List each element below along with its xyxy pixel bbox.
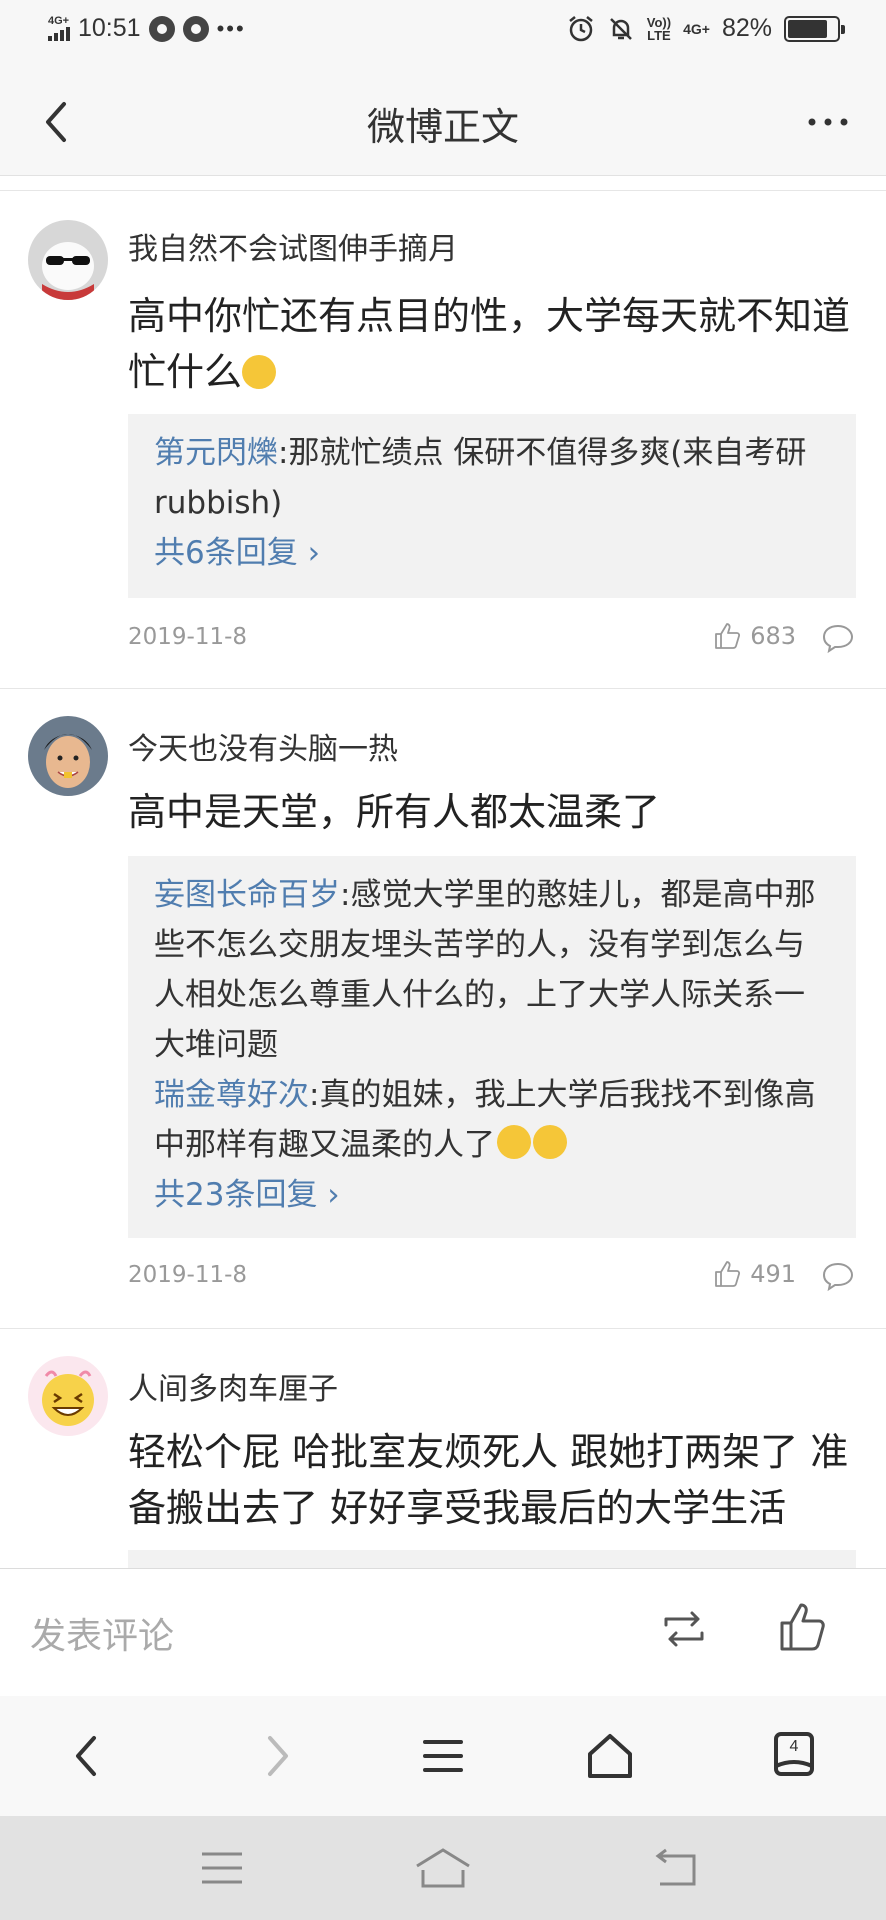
reply-item: 妄图长命百岁:感觉大学里的憨娃儿，都是高中那些不怎么交朋友埋头苦学的人，没有学到…	[154, 870, 830, 1070]
volte-indicator: Vo)) LTE	[647, 16, 671, 42]
mute-bell-icon	[609, 17, 632, 40]
menu-icon[interactable]	[415, 1728, 471, 1784]
comment-date: 2019-11-8	[128, 1262, 248, 1288]
more-dots-icon[interactable]	[800, 94, 856, 150]
thumbs-up-icon	[715, 623, 741, 649]
divider	[0, 1328, 886, 1329]
signal-bars-icon	[48, 27, 70, 41]
username[interactable]: 我自然不会试图伸手摘月	[128, 224, 458, 268]
repost-icon[interactable]	[656, 1601, 712, 1657]
thumbs-up-icon	[715, 1261, 741, 1287]
avatar[interactable]	[28, 1356, 108, 1436]
reply-username[interactable]: 瑞金尊好次	[154, 1077, 309, 1113]
crying-emoji-icon	[533, 1125, 567, 1159]
reply-box[interactable]: 妄图长命百岁:感觉大学里的憨娃儿，都是高中那些不怎么交朋友埋头苦学的人，没有学到…	[128, 856, 856, 1238]
home-icon[interactable]	[582, 1728, 638, 1784]
browser-toolbar: 4	[0, 1696, 886, 1816]
reply-box[interactable]: 第元閃爍:那就忙绩点 保研不值得多爽(来自考研rubbish) 共6条回复 ›	[128, 414, 856, 598]
clock: 10:51	[78, 14, 141, 42]
status-right: Vo)) LTE 4G+ 82%	[567, 14, 845, 43]
battery-percent: 82%	[721, 14, 772, 42]
tabs-button[interactable]: 4	[766, 1728, 822, 1784]
crying-emoji-icon	[497, 1125, 531, 1159]
volte-line2: LTE	[647, 27, 671, 43]
alarm-icon	[569, 15, 593, 41]
comment-meta: 2019-11-8 683	[128, 620, 856, 660]
system-nav	[0, 1816, 886, 1920]
status-left: 4G+ 10:51 •••	[48, 14, 246, 43]
avatar[interactable]	[28, 716, 108, 796]
comment-meta: 2019-11-8 491	[128, 1258, 856, 1298]
comment-text-content: 高中你忙还有点目的性，大学每天就不知道忙什么	[128, 294, 851, 394]
hug-emoji-icon	[242, 355, 277, 389]
nav-bar: 微博正文	[0, 68, 886, 176]
avatar[interactable]	[28, 220, 108, 300]
comment-text: 高中是天堂，所有人都太温柔了	[128, 790, 661, 834]
volte-line1: Vo))	[646, 14, 672, 30]
network-type: 4G+	[48, 15, 70, 27]
system-home-icon[interactable]	[413, 1842, 473, 1894]
comment-text: 高中你忙还有点目的性，大学每天就不知道忙什么	[128, 288, 858, 400]
comment-text: 轻松个屁 哈批室友烦死人 跟她打两架了 准备搬出去了 好好享受我最后的大学生活	[128, 1430, 849, 1530]
like-count: 683	[750, 622, 796, 650]
username[interactable]: 人间多肉车厘子	[128, 1364, 338, 1408]
arrow-left-icon[interactable]	[60, 1728, 116, 1784]
battery-icon	[784, 15, 845, 42]
comment-input[interactable]: 发表评论	[30, 1607, 174, 1659]
chrome-icon-2	[182, 15, 209, 42]
comment-bubble-icon[interactable]	[820, 620, 856, 656]
tabs-icon	[774, 1732, 814, 1776]
comment-bubble-icon[interactable]	[820, 1258, 856, 1294]
system-back-icon[interactable]	[646, 1842, 706, 1894]
like-button[interactable]: 683	[712, 620, 796, 652]
page-title: 微博正文	[366, 105, 519, 149]
more-replies-label: 共6条回复	[154, 535, 298, 571]
status-bar: 4G+ 10:51 ••• Vo)) LTE 4G+ 82%	[0, 0, 886, 68]
reply-item: 瑞金尊好次:真的姐妹，我上大学后我找不到像高中那样有趣又温柔的人了	[154, 1070, 830, 1170]
thumbs-up-icon[interactable]	[776, 1599, 832, 1655]
comment-date: 2019-11-8	[128, 624, 248, 650]
like-button[interactable]: 491	[712, 1258, 796, 1290]
divider	[0, 190, 886, 191]
more-replies-link[interactable]: 共6条回复 ›	[154, 528, 830, 578]
reply-username[interactable]: 妄图长命百岁	[154, 877, 340, 913]
tab-count: 4	[789, 1738, 799, 1755]
reply-box-partial	[128, 1550, 856, 1570]
comment-bar: 发表评论	[0, 1568, 886, 1696]
arrow-right-icon[interactable]	[248, 1728, 304, 1784]
like-count: 491	[750, 1260, 796, 1288]
username[interactable]: 今天也没有头脑一热	[128, 724, 398, 768]
more-replies-label: 共23条回复	[154, 1177, 318, 1213]
recent-apps-icon[interactable]	[192, 1842, 252, 1894]
reply-item: 第元閃爍:那就忙绩点 保研不值得多爽(来自考研rubbish)	[154, 428, 830, 528]
more-replies-link[interactable]: 共23条回复 ›	[154, 1170, 830, 1220]
chrome-icon	[148, 15, 175, 42]
divider	[0, 688, 886, 689]
reply-username[interactable]: 第元閃爍	[154, 435, 278, 471]
network-type-right: 4G+	[683, 20, 710, 37]
more-notifications-icon: •••	[216, 15, 246, 41]
signal-indicator: 4G+	[48, 16, 70, 41]
